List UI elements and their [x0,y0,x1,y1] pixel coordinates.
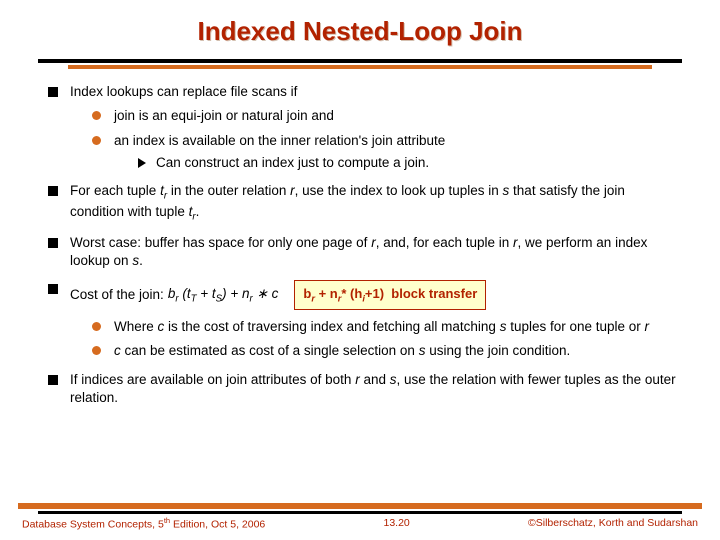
b2-t1: For each tuple [70,183,160,198]
b4a-t2: is the cost of traversing index and fetc… [164,319,499,334]
b3-t1: Worst case: buffer has space for only on… [70,235,371,250]
b4a-r: r [645,319,650,334]
b2-tr2: tr [189,204,196,219]
bullet-1-text: Index lookups can replace file scans if [70,84,297,99]
b3-t2: , and, for each tuple in [376,235,513,250]
bullet-4b: c can be estimated as cost of a single s… [92,342,680,360]
b4a-t3: tuples for one tuple or [506,319,644,334]
b4b-t1: can be estimated as cost of a single sel… [121,343,419,358]
bullet-4: Cost of the join: br (tT + tS) + nr ∗ c … [48,280,680,361]
slide-body: Index lookups can replace file scans if … [0,69,720,407]
bullet-1: Index lookups can replace file scans if … [48,83,680,172]
bullet-1b: an index is available on the inner relat… [92,132,680,172]
footer-center: 13.20 [384,516,410,532]
b4b-t2: using the join condition. [425,343,570,358]
b4-label: Cost of the join: [70,286,164,304]
bullet-3: Worst case: buffer has space for only on… [48,234,680,270]
footer-rule-orange [18,503,702,509]
bullet-4a: Where c is the cost of traversing index … [92,318,680,336]
slide-title: Indexed Nested-Loop Join [0,0,720,49]
b4a-t1: Where [114,319,158,334]
b2-t3: , use the index to look up tuples in [295,183,503,198]
bullet-5: If indices are available on join attribu… [48,371,680,407]
footer: Database System Concepts, 5th Edition, O… [0,516,720,532]
bullet-1b-text: an index is available on the inner relat… [114,133,445,148]
footer-right: ©Silberschatz, Korth and Sudarshan [528,516,698,532]
footer-rule-dark [38,511,682,514]
b4-formula: br (tT + tS) + nr ∗ c [168,285,279,306]
footer-left: Database System Concepts, 5th Edition, O… [22,516,265,532]
bullet-1b1: Can construct an index just to compute a… [136,154,680,172]
cost-box: br + nr* (hi+1) block transfer [294,280,486,310]
bullet-1a: join is an equi-join or natural join and [92,107,680,125]
b4b-c: c [114,343,121,358]
b3-s: s [132,253,139,268]
b5-t1: If indices are available on join attribu… [70,372,355,387]
b5-t2: and [360,372,390,387]
bullet-2: For each tuple tr in the outer relation … [48,182,680,224]
b2-t2: in the outer relation [167,183,290,198]
title-rule-dark [38,59,682,63]
